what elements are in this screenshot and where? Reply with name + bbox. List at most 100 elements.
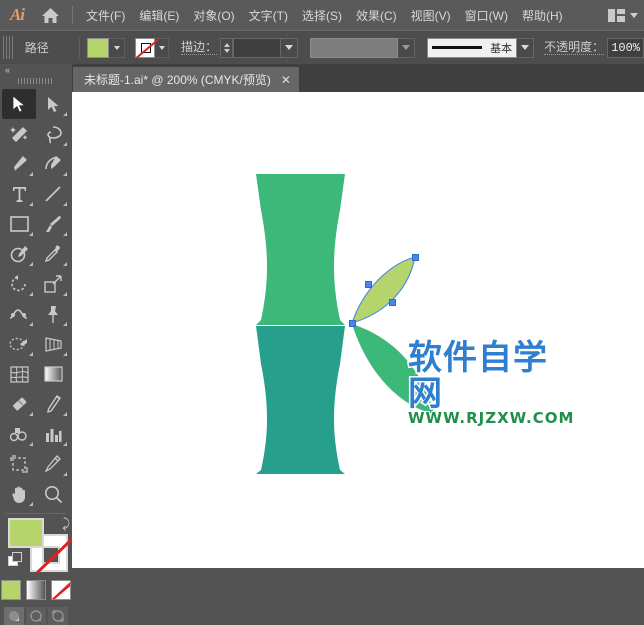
graphic-style-dropdown[interactable]	[398, 37, 416, 58]
menu-file[interactable]: 文件(F)	[79, 0, 132, 30]
draw-inside-button[interactable]	[48, 607, 68, 625]
menu-select[interactable]: 选择(S)	[295, 0, 349, 30]
swap-fill-stroke-icon[interactable]: ⤸	[62, 516, 70, 532]
selected-object-type: 路径	[24, 41, 49, 55]
selection-tool[interactable]	[2, 89, 36, 119]
none-mode-button[interactable]	[51, 580, 71, 600]
gradient-tool[interactable]	[36, 359, 70, 389]
slice-tool[interactable]	[36, 449, 70, 479]
control-divider-1	[78, 37, 80, 58]
graphic-style-input[interactable]	[310, 37, 399, 58]
curvature-tool[interactable]	[36, 149, 70, 179]
opacity-input[interactable]: 100%	[607, 37, 644, 58]
shaper-tool[interactable]	[2, 239, 36, 269]
anchor-point[interactable]	[349, 320, 356, 327]
tool-corner-icon	[63, 112, 67, 116]
menu-bar: Ai 文件(F) 编辑(E) 对象(O) 文字(T) 选择(S) 效果(C) 视…	[0, 0, 644, 30]
watermark-url: WWW.RJZXW.COM	[407, 409, 575, 428]
mesh-tool[interactable]	[2, 359, 36, 389]
chevron-down-icon	[630, 12, 638, 18]
lasso-tool[interactable]	[36, 119, 70, 149]
stroke-profile-preview[interactable]: 基本	[427, 37, 518, 58]
menu-edit[interactable]: 编辑(E)	[132, 0, 186, 30]
color-mode-button[interactable]	[1, 580, 21, 600]
fill-stroke-indicator: ⤸	[8, 516, 76, 574]
zoom-tool[interactable]	[36, 479, 70, 509]
symbol-sprayer-tool[interactable]	[2, 419, 36, 449]
tool-corner-icon	[29, 202, 33, 206]
pen-tool[interactable]	[2, 149, 36, 179]
menu-divider	[72, 6, 73, 24]
shape-builder-tool[interactable]	[2, 329, 36, 359]
direct-selection-tool[interactable]	[36, 89, 70, 119]
bamboo-logo-artwork[interactable]	[72, 92, 644, 568]
document-tab[interactable]: 未标题-1.ai* @ 200% (CMYK/预览) ✕	[72, 67, 299, 92]
menu-type[interactable]: 文字(T)	[242, 0, 295, 30]
color-mode-buttons	[0, 580, 72, 600]
watermark: 软件自学网 WWW.RJZXW.COM	[407, 339, 608, 428]
column-graph-tool[interactable]	[36, 419, 70, 449]
home-icon[interactable]	[34, 0, 66, 30]
workspace-switcher[interactable]	[608, 0, 638, 30]
artboard-tool[interactable]	[2, 449, 36, 479]
draw-behind-button[interactable]	[26, 607, 46, 625]
stroke-profile-dropdown[interactable]	[517, 37, 535, 58]
tools-divider	[6, 513, 66, 514]
app-logo: Ai	[9, 5, 25, 24]
free-transform-tool[interactable]	[36, 299, 70, 329]
magic-wand-tool[interactable]	[2, 119, 36, 149]
eyedropper-tool[interactable]	[36, 239, 70, 269]
tool-corner-icon	[63, 232, 67, 236]
menu-view[interactable]: 视图(V)	[404, 0, 458, 30]
fill-indicator[interactable]	[8, 518, 44, 548]
tool-corner-icon	[29, 232, 33, 236]
hand-tool[interactable]	[2, 479, 36, 509]
tools-grid	[0, 89, 72, 509]
width-tool[interactable]	[2, 299, 36, 329]
tool-corner-icon	[29, 262, 33, 266]
document-canvas[interactable]: 软件自学网 WWW.RJZXW.COM	[72, 92, 644, 568]
graphic-style-control[interactable]	[310, 37, 416, 58]
tool-corner-icon	[29, 292, 33, 296]
stroke-weight-stepper[interactable]	[220, 37, 234, 58]
control-bar-grip[interactable]	[3, 36, 13, 59]
fill-dropdown[interactable]	[109, 37, 126, 58]
anchor-point[interactable]	[412, 254, 419, 261]
menu-window[interactable]: 窗口(W)	[458, 0, 515, 30]
stepper-up-icon	[223, 42, 230, 47]
bamboo-selected-leaf	[352, 257, 415, 323]
menu-help[interactable]: 帮助(H)	[515, 0, 570, 30]
perspective-grid-tool[interactable]	[36, 329, 70, 359]
stroke-control[interactable]	[135, 37, 170, 58]
anchor-point[interactable]	[389, 299, 396, 306]
menu-effect[interactable]: 效果(C)	[349, 0, 404, 30]
draw-normal-button[interactable]	[4, 607, 24, 625]
collapse-panel-button[interactable]: «	[0, 64, 72, 76]
tool-corner-icon	[29, 442, 33, 446]
profile-line-icon	[432, 46, 483, 49]
document-tab-title: 未标题-1.ai* @ 200% (CMYK/预览)	[84, 73, 271, 87]
rotate-tool[interactable]	[2, 269, 36, 299]
paintbrush-tool[interactable]	[36, 209, 70, 239]
stroke-weight-input[interactable]	[233, 37, 282, 58]
default-fill-stroke-icon[interactable]	[8, 552, 24, 566]
stroke-profile-control[interactable]: 基本	[427, 37, 535, 58]
tool-corner-icon	[29, 502, 33, 506]
close-icon[interactable]: ✕	[281, 74, 291, 86]
tools-panel: « ⤸	[0, 64, 76, 625]
gradient-mode-button[interactable]	[26, 580, 46, 600]
anchor-point[interactable]	[365, 281, 372, 288]
scale-tool[interactable]	[36, 269, 70, 299]
fill-swatch[interactable]	[87, 37, 110, 58]
eraser-tool[interactable]	[2, 389, 36, 419]
stroke-weight-dropdown[interactable]	[281, 37, 299, 58]
line-segment-tool[interactable]	[36, 179, 70, 209]
menu-object[interactable]: 对象(O)	[186, 0, 241, 30]
scissors-tool[interactable]	[36, 389, 70, 419]
tools-panel-grip[interactable]	[18, 78, 54, 84]
stroke-weight-control[interactable]	[220, 37, 299, 58]
type-tool[interactable]	[2, 179, 36, 209]
stroke-swatch-none[interactable]	[135, 37, 156, 58]
fill-control[interactable]	[87, 37, 126, 58]
rectangle-tool[interactable]	[2, 209, 36, 239]
